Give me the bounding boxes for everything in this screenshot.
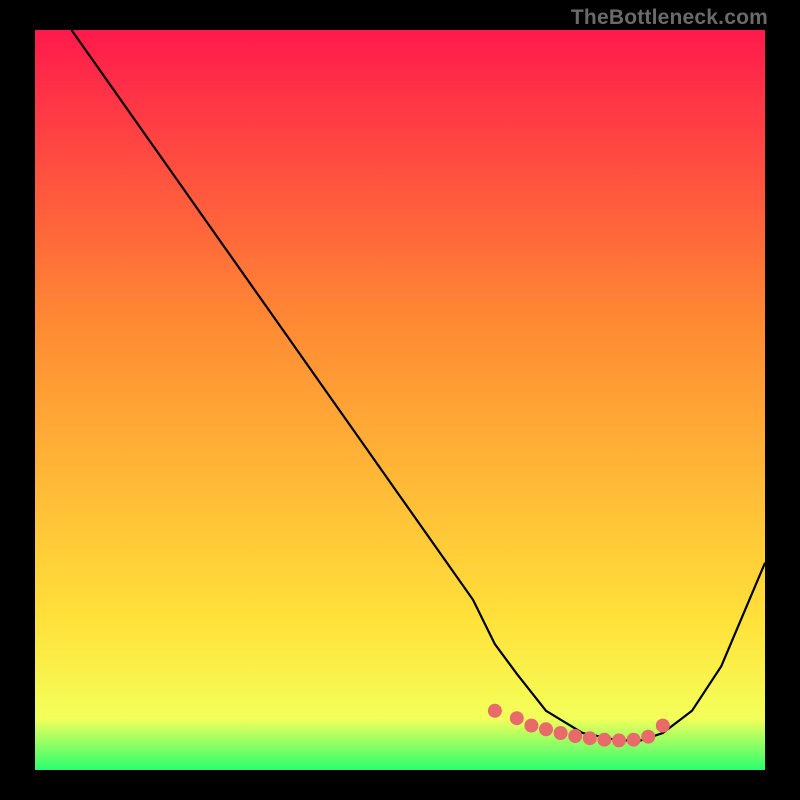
gradient-background [35, 30, 765, 770]
highlight-marker [583, 731, 597, 745]
plot-area [35, 30, 765, 770]
highlight-marker [627, 733, 641, 747]
highlight-marker [568, 729, 582, 743]
highlight-marker [597, 733, 611, 747]
watermark-text: TheBottleneck.com [571, 6, 768, 30]
highlight-marker [524, 719, 538, 733]
highlight-marker [641, 730, 655, 744]
chart-container: TheBottleneck.com [0, 0, 800, 800]
highlight-marker [554, 726, 568, 740]
highlight-marker [539, 722, 553, 736]
chart-svg [35, 30, 765, 770]
highlight-marker [656, 719, 670, 733]
highlight-marker [488, 704, 502, 718]
highlight-marker [510, 711, 524, 725]
highlight-marker [612, 733, 626, 747]
